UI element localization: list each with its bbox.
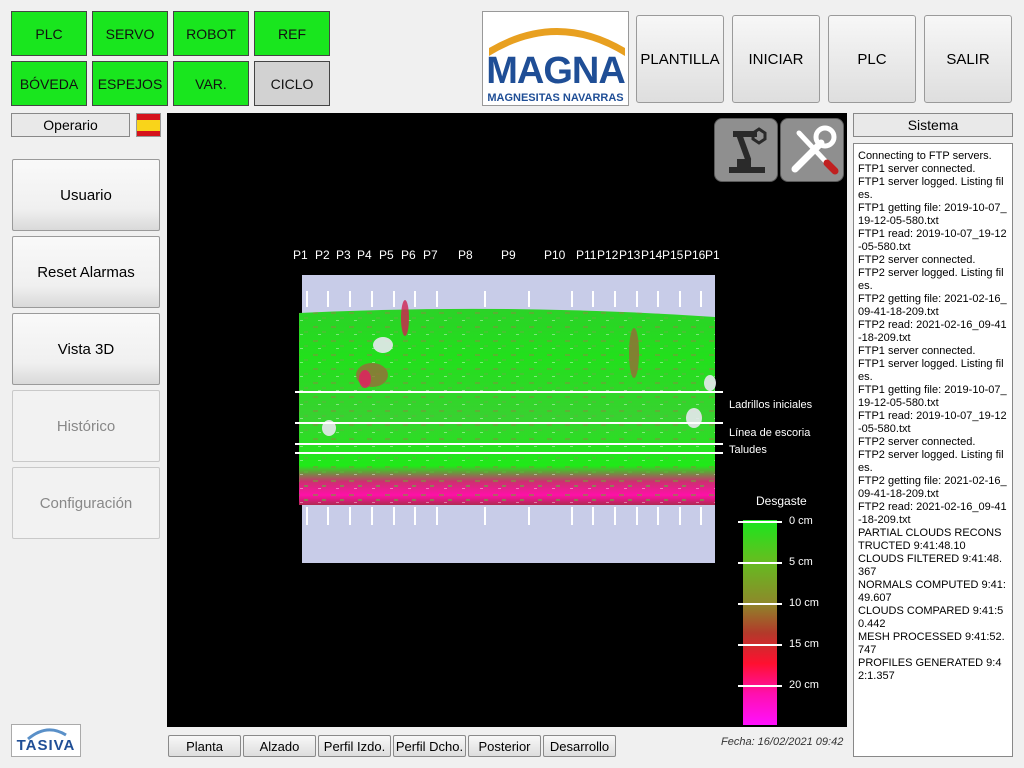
logo-brand: MAGNA: [486, 50, 626, 92]
scale-tick: [738, 603, 782, 605]
tab-alzado[interactable]: Alzado: [243, 735, 316, 757]
vista-3d-button[interactable]: Vista 3D: [12, 313, 160, 385]
log-line: FTP1 getting file: 2019-10-07_19-12-05-5…: [858, 384, 1007, 409]
log-line: FTP1 read: 2019-10-07_19-12-05-580.txt: [858, 410, 1007, 435]
wear-scale-bar: [743, 520, 777, 725]
log-line: PARTIAL CLOUDS RECONSTRUCTED 9:41:48.10: [858, 527, 1002, 552]
usuario-button[interactable]: Usuario: [12, 159, 160, 231]
log-line: FTP2 server logged. Listing files.: [858, 267, 1004, 292]
log-line: PROFILES GENERATED 9:42:1.357: [858, 657, 1002, 682]
sistema-label: Sistema: [853, 113, 1013, 137]
scale-tick-label: 0 cm: [789, 515, 813, 527]
scale-tick: [738, 562, 782, 564]
log-line: FTP2 getting file: 2021-02-16_09-41-18-2…: [858, 475, 1007, 500]
magna-logo: MAGNA MAGNESITAS NAVARRAS: [482, 11, 629, 106]
log-line: FTP1 getting file: 2019-10-07_19-12-05-5…: [858, 202, 1007, 227]
nav-var-button[interactable]: VAR.: [173, 61, 249, 106]
nav-boveda-button[interactable]: BÓVEDA: [11, 61, 87, 106]
scale-tick: [738, 644, 782, 646]
log-line: MESH PROCESSED 9:41:52.747: [858, 631, 1005, 656]
plc-button[interactable]: PLC: [828, 15, 916, 103]
tasiva-logo: TASIVA: [11, 724, 81, 757]
nav-robot-button[interactable]: ROBOT: [173, 11, 249, 56]
log-line: FTP1 server connected.: [858, 345, 976, 357]
salir-button[interactable]: SALIR: [924, 15, 1012, 103]
scale-tick-label: 15 cm: [789, 638, 819, 650]
log-line: Connecting to FTP servers.: [858, 150, 992, 162]
ladrillos-iniciales-label: Ladrillos iniciales: [729, 399, 813, 411]
scale-tick-label: 5 cm: [789, 556, 813, 568]
tab-perfil-izdo[interactable]: Perfil Izdo.: [318, 735, 391, 757]
log-line: CLOUDS FILTERED 9:41:48.367: [858, 553, 1003, 578]
nav-servo-button[interactable]: SERVO: [92, 11, 168, 56]
nav-plc-button[interactable]: PLC: [11, 11, 87, 56]
iniciar-button[interactable]: INICIAR: [732, 15, 820, 103]
log-line: NORMALS COMPUTED 9:41:49.607: [858, 579, 1006, 604]
taludes-label: Taludes: [729, 444, 767, 456]
scale-tick-label: 10 cm: [789, 597, 819, 609]
log-line: FTP2 read: 2021-02-16_09-41-18-209.txt: [858, 319, 1007, 344]
log-line: FTP2 server connected.: [858, 436, 976, 448]
spain-flag-icon[interactable]: [136, 113, 161, 137]
log-line: FTP2 server logged. Listing files.: [858, 449, 1004, 474]
logo-subtitle: MAGNESITAS NAVARRAS: [487, 92, 624, 104]
tab-desarrollo[interactable]: Desarrollo: [543, 735, 616, 757]
date-timestamp: Fecha: 16/02/2021 09:42: [721, 736, 844, 748]
log-line: FTP2 server connected.: [858, 254, 976, 266]
tasiva-word: TASIVA: [16, 737, 76, 754]
system-log[interactable]: Connecting to FTP servers. FTP1 server co…: [853, 143, 1013, 757]
wear-map-viewport[interactable]: P1 P2 P3 P4 P5 P6 P7 P8 P9 P10 P11 P12 P…: [167, 113, 847, 727]
tab-posterior[interactable]: Posterior: [468, 735, 541, 757]
scale-tick: [738, 685, 782, 687]
log-line: FTP1 server logged. Listing files.: [858, 176, 1004, 201]
log-line: CLOUDS COMPARED 9:41:50.442: [858, 605, 1004, 630]
configuracion-button[interactable]: Configuración: [12, 467, 160, 539]
historico-button[interactable]: Histórico: [12, 390, 160, 462]
scale-tick: [738, 521, 782, 523]
tab-planta[interactable]: Planta: [168, 735, 241, 757]
reset-alarmas-button[interactable]: Reset Alarmas: [12, 236, 160, 308]
user-role-label: Operario: [11, 113, 130, 137]
log-line: FTP1 server logged. Listing files.: [858, 358, 1004, 383]
nav-ciclo-button[interactable]: CICLO: [254, 61, 330, 106]
tab-perfil-dcho[interactable]: Perfil Dcho.: [393, 735, 466, 757]
linea-escoria-label: Línea de escoria: [729, 427, 811, 439]
nav-ref-button[interactable]: REF: [254, 11, 330, 56]
nav-espejos-button[interactable]: ESPEJOS: [92, 61, 168, 106]
log-line: FTP1 read: 2019-10-07_19-12-05-580.txt: [858, 228, 1007, 253]
log-line: FTP1 server connected.: [858, 163, 976, 175]
plantilla-button[interactable]: PLANTILLA: [636, 15, 724, 103]
log-line: FTP2 read: 2021-02-16_09-41-18-209.txt: [858, 501, 1007, 526]
log-line: FTP2 getting file: 2021-02-16_09-41-18-2…: [858, 293, 1007, 318]
scale-tick-label: 20 cm: [789, 679, 819, 691]
scale-title: Desgaste: [756, 494, 807, 508]
